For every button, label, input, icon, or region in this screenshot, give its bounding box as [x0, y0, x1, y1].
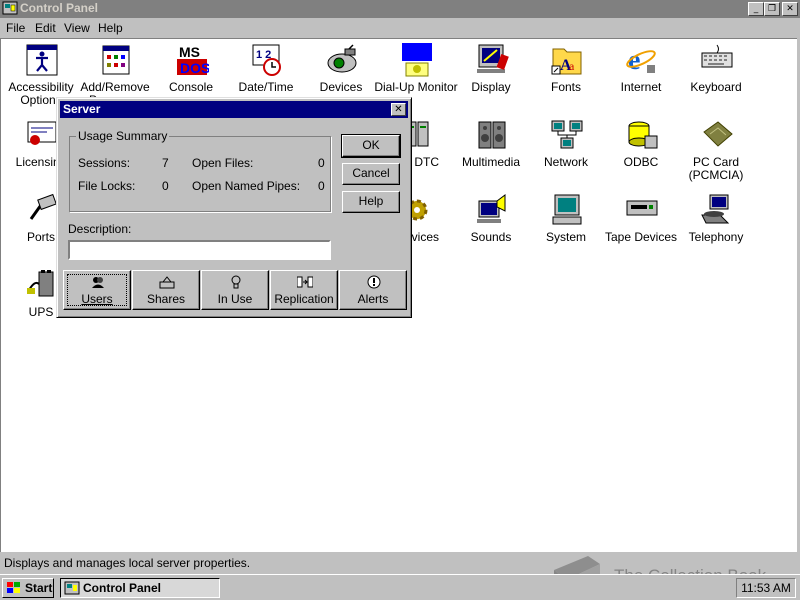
help-button[interactable]: Help	[342, 191, 400, 213]
in-use-button[interactable]: In Use	[201, 270, 269, 310]
tape-devices-icon	[626, 200, 658, 216]
network-icon	[551, 120, 583, 149]
description-input[interactable]	[68, 240, 331, 260]
alerts-label: Alerts	[357, 292, 389, 306]
multimedia-icon	[478, 121, 506, 149]
system-clock[interactable]: 11:53 AM	[736, 578, 796, 598]
menu-bar: File Edit View Help	[0, 18, 800, 38]
date-time-icon: 1 2	[252, 44, 281, 76]
open-named-pipes-label: Open Named Pipes:	[192, 179, 301, 193]
keyboard-icon	[701, 44, 733, 68]
replication-icon	[297, 276, 313, 288]
ups-icon	[27, 270, 54, 297]
users-label: Users	[81, 292, 113, 306]
ports-icon	[29, 193, 57, 220]
ok-button[interactable]: OK	[341, 134, 401, 158]
usage-summary-title: Usage Summary	[76, 129, 170, 143]
shares-label: Shares	[146, 292, 186, 306]
start-label: Start	[25, 581, 53, 595]
sessions-label: Sessions:	[78, 156, 131, 170]
status-text: Displays and manages local server proper…	[4, 556, 251, 570]
alert-icon	[367, 275, 381, 289]
control-panel-icon	[2, 1, 18, 15]
file-locks-label: File Locks:	[78, 179, 136, 193]
in-use-label: In Use	[217, 292, 253, 306]
taskbar-control-panel[interactable]: Control Panel	[60, 578, 220, 598]
svg-text:DOS: DOS	[180, 60, 209, 76]
file-locks-value: 0	[162, 179, 169, 193]
devices-icon	[327, 44, 357, 73]
maximize-button[interactable]: ❐	[764, 2, 780, 16]
open-files-value: 0	[318, 156, 325, 170]
shares-button[interactable]: Shares	[132, 270, 200, 310]
menu-view[interactable]: View	[64, 21, 90, 35]
open-files-label: Open Files:	[192, 156, 254, 170]
server-dialog: Server ✕ Usage Summary Sessions: 7 Open …	[56, 97, 412, 318]
window-title: Control Panel	[20, 1, 99, 15]
light-bulb-icon	[231, 275, 241, 289]
accessibility-icon	[26, 44, 58, 76]
licensing-icon	[27, 121, 57, 145]
description-label: Description:	[68, 222, 132, 236]
alerts-button[interactable]: Alerts	[339, 270, 407, 310]
display-icon	[477, 44, 509, 73]
menu-file[interactable]: File	[6, 21, 25, 35]
sounds-icon	[477, 194, 506, 223]
window-title-bar[interactable]: Control Panel _ ❐ ✕	[0, 0, 800, 18]
start-button[interactable]: Start	[2, 578, 54, 598]
add-remove-programs-icon	[102, 45, 130, 75]
control-panel-small-icon	[64, 581, 80, 595]
usage-summary-group: Usage Summary Sessions: 7 Open Files: 0 …	[69, 129, 331, 212]
dialog-close-button[interactable]: ✕	[391, 103, 406, 116]
sessions-value: 7	[162, 156, 169, 170]
odbc-icon	[628, 121, 658, 149]
open-named-pipes-value: 0	[318, 179, 325, 193]
console-icon: MSDOS	[177, 44, 209, 76]
replication-button[interactable]: Replication	[270, 270, 338, 310]
svg-text:a: a	[569, 59, 575, 73]
dialog-title-bar[interactable]: Server ✕	[60, 101, 408, 118]
menu-help[interactable]: Help	[98, 21, 123, 35]
pc-card-icon	[703, 121, 733, 147]
menu-edit[interactable]: Edit	[35, 21, 56, 35]
telephony-icon	[701, 194, 730, 224]
close-button[interactable]: ✕	[782, 2, 798, 16]
users-icon	[92, 277, 104, 288]
fonts-icon: Aa	[551, 48, 582, 75]
windows-logo-icon	[7, 582, 20, 593]
cancel-button[interactable]: Cancel	[342, 163, 400, 185]
system-icon	[552, 194, 582, 225]
taskbar: Start Control Panel 11:53 AM	[0, 574, 800, 600]
shares-icon	[159, 276, 175, 289]
taskbar-task-label: Control Panel	[83, 581, 162, 595]
dialog-title: Server	[63, 102, 101, 116]
replication-label: Replication	[274, 292, 334, 306]
users-button[interactable]: Users	[63, 270, 131, 310]
dialup-monitor-icon	[402, 43, 432, 77]
internet-icon: e	[626, 45, 656, 76]
minimize-button[interactable]: _	[748, 2, 764, 16]
svg-text:MS: MS	[179, 44, 200, 60]
